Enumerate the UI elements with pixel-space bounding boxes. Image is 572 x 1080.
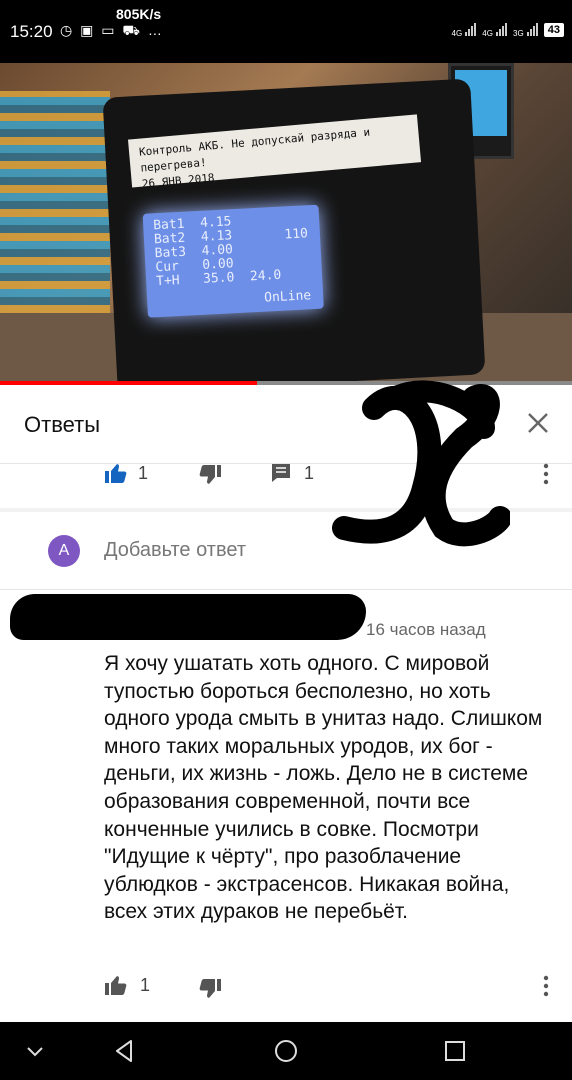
alarm-icon: ◷ [60,22,75,38]
lcd-screen: Bat1 4.15 Bat2 4.13 Bat3 4.00 Cur 0.00 T… [142,204,324,318]
notification-icons: ◷ ▣ ▭ ⛟ … [60,22,164,41]
sim2-signal-icon: 4G [482,20,508,39]
thumbs-up-icon [105,976,127,995]
lcd-status: OnLine [263,288,312,306]
thumbs-up-icon [105,464,127,483]
more-vert-icon[interactable] [540,462,552,486]
system-indicators: 4G 4G 3G 43 [452,20,564,39]
home-icon[interactable] [271,1036,301,1066]
like-count: 1 [138,462,149,483]
comment-actions: 1 [0,964,572,1010]
device-label: Контроль АКБ. Не допускай разряда и пере… [127,114,422,191]
battery-monitor-device: Контроль АКБ. Не допускай разряда и пере… [102,78,486,384]
sim1-label: 4G [451,29,463,38]
sim2-label: 4G [482,29,493,38]
image-icon: ▭ [101,22,117,38]
clock: 15:20 [10,22,53,41]
recents-icon[interactable] [440,1036,470,1066]
replies-title: Ответы [24,412,101,437]
redaction-scribble [10,594,366,640]
sim3-label: 3G [513,29,524,38]
avatar: A [48,535,80,567]
like-count: 1 [140,974,151,995]
add-reply-input[interactable]: Добавьте ответ [104,539,246,562]
close-icon[interactable] [524,409,552,437]
more-vert-icon[interactable] [540,974,552,998]
comment-icon [272,464,290,482]
lcd-side-value: 110 [284,226,309,243]
thumbs-down-icon [199,979,221,998]
comment-text: Я хочу ушатать хоть одного. С мировой ту… [104,652,543,924]
gallery-icon: ▣ [80,22,96,38]
reply-button[interactable]: 1 [270,462,314,484]
dislike-button[interactable] [198,464,222,486]
thumbs-down-icon [199,465,221,484]
reply-count: 1 [304,462,315,483]
like-button[interactable]: 1 [104,974,150,996]
battery-indicator: 43 [543,22,564,37]
more-dots: … [147,22,164,38]
chevron-down-icon[interactable] [20,1036,50,1066]
redaction-scribble [332,380,510,547]
sim1-signal-icon: 4G [452,20,477,39]
status-bar: 15:20 ◷ ▣ ▭ ⛟ … 805K/s 4G 4G 3G 43 [0,0,572,63]
bus-icon: ⛟ [122,22,142,38]
dislike-button[interactable] [198,978,222,1000]
comment-timestamp: 16 часов назад [366,620,486,639]
sim3-signal-icon: 3G [513,20,538,39]
back-icon[interactable] [110,1036,140,1066]
like-button[interactable]: 1 [104,462,148,484]
navigation-bar [0,1022,572,1080]
video-player[interactable]: Контроль АКБ. Не допускай разряда и пере… [0,63,572,384]
background-shelf [0,91,110,321]
network-speed: 805K/s [116,6,162,22]
